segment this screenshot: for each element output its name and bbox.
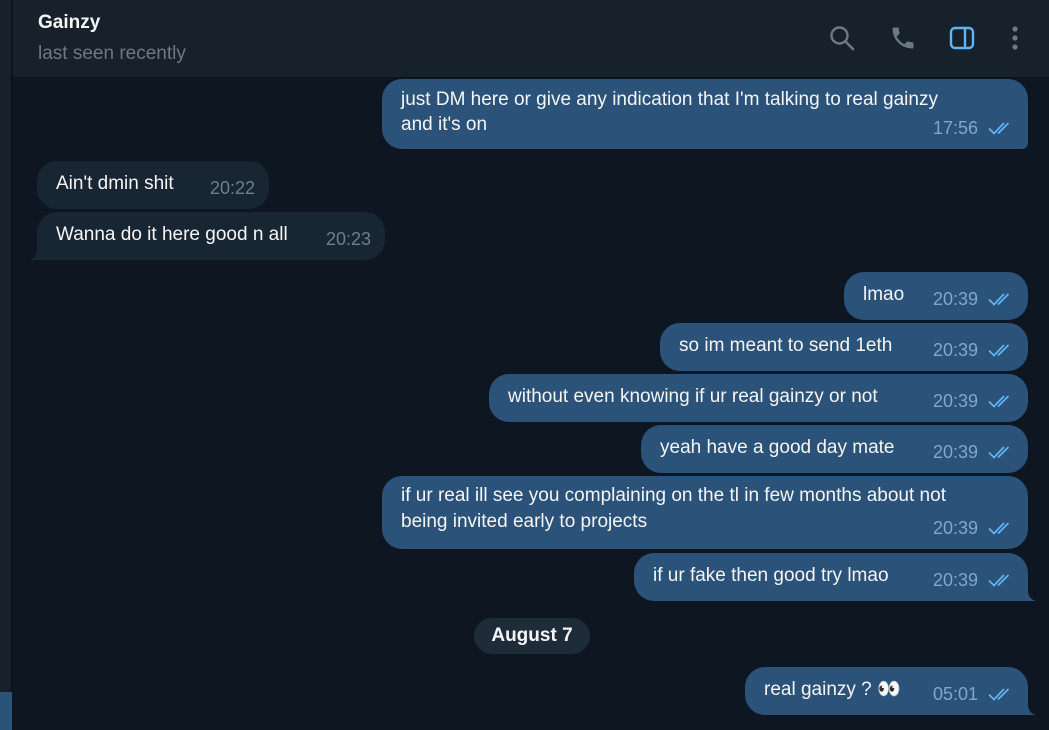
message-text: lmao: [863, 284, 905, 305]
double-check-icon: [988, 688, 1010, 701]
message-bubble-outgoing[interactable]: lmao 20:39: [844, 272, 1028, 320]
contact-status: last seen recently: [38, 43, 186, 64]
message-time: 20:39: [932, 442, 978, 462]
message-text-line: being invited early to projects: [401, 511, 648, 532]
date-separator: August 7: [474, 618, 590, 654]
message-text: so im meant to send 1eth: [679, 335, 893, 356]
double-check-icon: [988, 293, 1010, 306]
chat-list-edge: [0, 0, 12, 730]
contact-name[interactable]: Gainzy: [38, 12, 100, 34]
message-time: 05:01: [932, 684, 978, 704]
message-text: real gainzy ? 👀: [764, 679, 901, 700]
message-bubble-outgoing[interactable]: if ur fake then good try lmao 20:39: [634, 553, 1036, 601]
message-time: 20:23: [325, 229, 371, 249]
message-time: 20:39: [932, 340, 978, 360]
message-bubble-incoming[interactable]: Ain't dmin shit 20:22: [37, 161, 269, 209]
message-time: 20:39: [932, 570, 978, 590]
phone-icon[interactable]: [887, 22, 919, 54]
message-bubble-outgoing[interactable]: if ur real ill see you complaining on th…: [382, 476, 1028, 549]
message-bubble-outgoing[interactable]: just DM here or give any indication that…: [382, 79, 1028, 149]
bubble-tail: [29, 246, 43, 260]
message-bubble-outgoing[interactable]: so im meant to send 1eth 20:39: [660, 323, 1028, 371]
sidebar-toggle-icon[interactable]: [946, 22, 978, 54]
active-chat-indicator: [0, 692, 12, 730]
search-icon[interactable]: [826, 22, 858, 54]
message-time: 20:39: [932, 518, 978, 538]
message-text: Ain't dmin shit: [56, 173, 174, 194]
message-bubble-outgoing[interactable]: real gainzy ? 👀 05:01: [745, 667, 1036, 715]
message-time: 20:22: [209, 178, 255, 198]
message-text: yeah have a good day mate: [660, 437, 895, 458]
double-check-icon: [988, 395, 1010, 408]
message-text: Wanna do it here good n all: [56, 224, 288, 245]
message-bubble-outgoing[interactable]: without even knowing if ur real gainzy o…: [489, 374, 1028, 422]
message-text-line: just DM here or give any indication that…: [401, 89, 938, 110]
bubble-tail: [1022, 701, 1036, 715]
message-text: without even knowing if ur real gainzy o…: [508, 386, 878, 407]
bubble-tail: [1022, 587, 1036, 601]
message-bubble-incoming[interactable]: Wanna do it here good n all 20:23: [29, 212, 385, 260]
double-check-icon: [988, 446, 1010, 459]
message-bubble-outgoing[interactable]: yeah have a good day mate 20:39: [641, 425, 1028, 473]
message-time: 20:39: [932, 391, 978, 411]
message-text-line: and it's on: [401, 114, 488, 135]
message-time: 17:56: [932, 118, 978, 138]
message-time: 20:39: [932, 289, 978, 309]
double-check-icon: [988, 522, 1010, 535]
double-check-icon: [988, 122, 1010, 135]
more-vertical-icon[interactable]: [999, 22, 1031, 54]
double-check-icon: [988, 574, 1010, 587]
message-list[interactable]: just DM here or give any indication that…: [13, 79, 1049, 730]
chat-header[interactable]: Gainzy last seen recently: [13, 0, 1049, 78]
double-check-icon: [988, 344, 1010, 357]
message-text: if ur fake then good try lmao: [653, 565, 889, 586]
message-text-line: if ur real ill see you complaining on th…: [401, 485, 946, 506]
